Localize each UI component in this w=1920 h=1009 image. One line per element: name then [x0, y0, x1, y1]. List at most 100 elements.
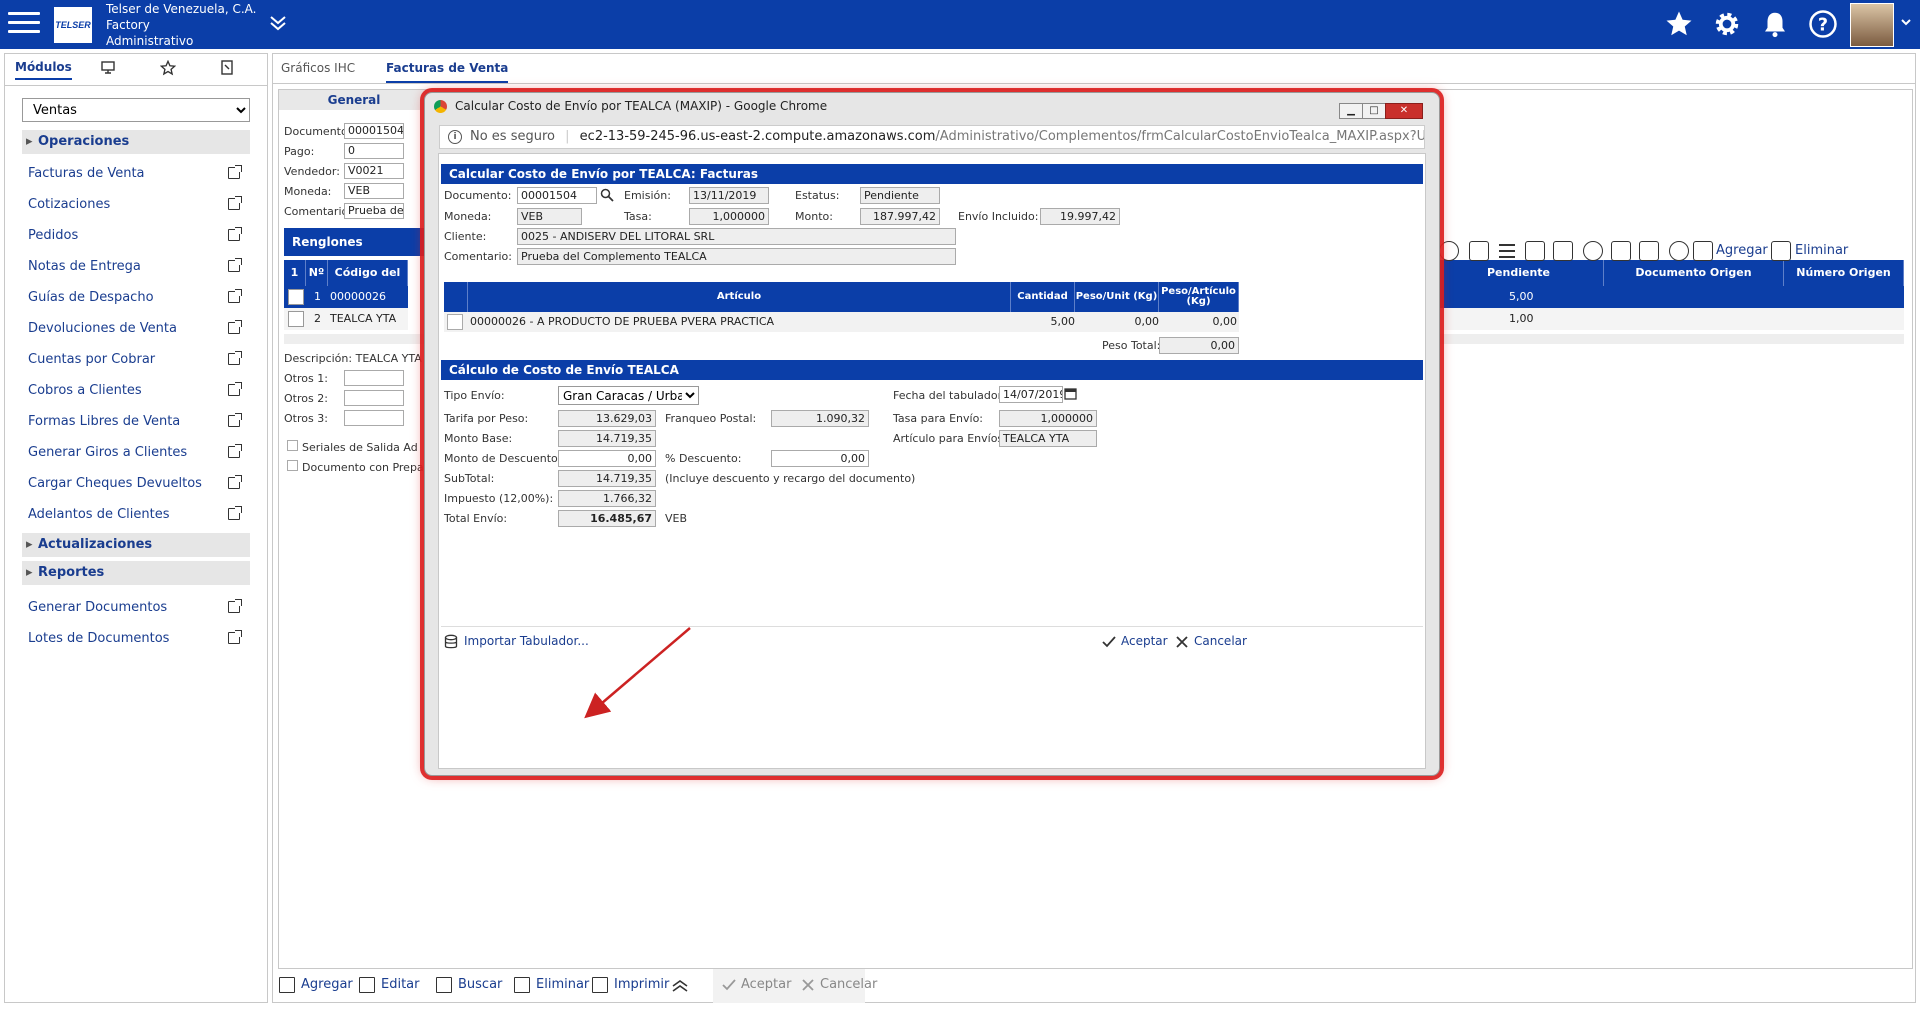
external-link-icon[interactable] [228, 413, 242, 427]
window-close-icon[interactable]: ✕ [1385, 103, 1423, 119]
comentario-field[interactable]: Prueba del [344, 203, 404, 219]
sidebar-item-adelantos-de-clientes[interactable]: Adelantos de Clientes [28, 505, 246, 525]
info-icon[interactable]: i [448, 130, 462, 144]
cancelar-button[interactable]: Cancelar [1174, 634, 1247, 648]
external-link-icon[interactable] [228, 258, 242, 272]
pct-descuento-input[interactable]: 0,00 [771, 450, 869, 467]
table-row[interactable]: 1 00000026 [284, 286, 408, 308]
pago-field[interactable]: 0 [344, 143, 404, 159]
table-row[interactable]: 00000026 - A PRODUCTO DE PRUEBA PVERA PR… [444, 312, 1239, 332]
currency-icon[interactable] [1583, 241, 1603, 261]
external-link-icon[interactable] [228, 196, 242, 210]
monto-descuento-input[interactable]: 0,00 [558, 450, 656, 467]
search-icon[interactable] [600, 188, 614, 205]
section-actualizaciones[interactable]: Actualizaciones [22, 533, 250, 557]
table-row-right[interactable]: 1,00 [1434, 308, 1904, 330]
percent-icon[interactable] [1553, 241, 1573, 261]
vendedor-field[interactable]: V0021 [344, 163, 404, 179]
sidebar-item-notas-de-entrega[interactable]: Notas de Entrega [28, 257, 246, 277]
external-link-icon[interactable] [228, 289, 242, 303]
table-row-right[interactable]: 5,00 [1434, 286, 1904, 308]
cancelar-button[interactable]: Cancelar [800, 977, 877, 992]
row-checkbox[interactable] [288, 311, 304, 327]
help-icon[interactable]: ? [1808, 9, 1838, 39]
maximize-icon[interactable]: □ [1362, 103, 1386, 119]
sidebar-item-cuentas-por-cobrar[interactable]: Cuentas por Cobrar [28, 350, 246, 370]
clipboard-icon[interactable] [1469, 241, 1489, 261]
imprimir-button[interactable]: Imprimir [592, 977, 669, 993]
buscar-button[interactable]: Buscar [436, 977, 502, 993]
external-link-icon[interactable] [228, 351, 242, 365]
address-bar[interactable]: i No es seguro | ec2-13-59-245-96.us-eas… [439, 125, 1425, 149]
sidebar-item-facturas-de-venta[interactable]: Facturas de Venta [28, 164, 246, 184]
external-link-icon[interactable] [228, 599, 242, 613]
check-seriales[interactable]: Seriales de Salida Ad [287, 440, 418, 454]
bell-icon[interactable] [1760, 9, 1790, 39]
calendar-icon[interactable] [1064, 387, 1077, 403]
tab-graficos-ihc[interactable]: Gráficos IHC [281, 61, 355, 75]
external-link-icon[interactable] [228, 320, 242, 334]
external-link-icon[interactable] [228, 444, 242, 458]
sidebar-item-devoluciones-de-venta[interactable]: Devoluciones de Venta [28, 319, 246, 339]
monitor-icon[interactable] [100, 60, 116, 77]
row-checkbox[interactable] [447, 314, 463, 330]
otros3-field[interactable] [344, 410, 404, 426]
documento-input[interactable]: 00001504 [517, 187, 597, 204]
sidebar-item-formas-libres-de-venta[interactable]: Formas Libres de Venta [28, 412, 246, 432]
external-link-icon[interactable] [228, 165, 242, 179]
check-documento-prepa[interactable]: Documento con Prepa [287, 460, 424, 474]
sidebar-item-generar-giros-a-clientes[interactable]: Generar Giros a Clientes [28, 443, 246, 463]
agregar-row-button[interactable]: Agregar [1716, 243, 1768, 258]
favorites-star-icon[interactable] [159, 59, 177, 79]
external-link-icon[interactable] [1611, 241, 1631, 261]
book-icon[interactable] [220, 60, 234, 79]
sidebar-item-lotes-de-documentos[interactable]: Lotes de Documentos [28, 629, 246, 649]
chevron-down-icon[interactable] [1900, 14, 1912, 36]
sidebar-item-cotizaciones[interactable]: Cotizaciones [28, 195, 246, 215]
add-row-icon[interactable] [1693, 241, 1713, 261]
puzzle-icon[interactable] [1639, 241, 1659, 261]
sidebar-item-pedidos[interactable]: Pedidos [28, 226, 246, 246]
section-operaciones[interactable]: Operaciones [22, 130, 250, 154]
fecha-tabulador-input[interactable]: 14/07/2019 [999, 386, 1063, 403]
external-link-icon[interactable] [228, 382, 242, 396]
documento-field[interactable]: 00001504 [344, 123, 404, 139]
tab-general[interactable]: General [279, 90, 429, 110]
star-icon[interactable] [1664, 9, 1694, 39]
list-icon[interactable] [1497, 241, 1517, 261]
table-row[interactable]: 2 TEALCA YTA [284, 308, 408, 330]
external-link-icon[interactable] [228, 506, 242, 520]
aceptar-button[interactable]: Aceptar [721, 977, 791, 992]
moneda-field[interactable]: VEB [344, 183, 404, 199]
importar-tabulador-button[interactable]: Importar Tabulador... [444, 634, 589, 649]
section-reportes[interactable]: Reportes [22, 561, 250, 585]
agregar-button[interactable]: Agregar [279, 977, 353, 993]
eliminar-button[interactable]: Eliminar [514, 977, 589, 993]
row-checkbox[interactable] [288, 289, 304, 305]
boxes-icon[interactable] [1525, 241, 1545, 261]
gear-icon[interactable] [1712, 9, 1742, 39]
tab-modulos[interactable]: Módulos [15, 60, 72, 80]
editar-button[interactable]: Editar [359, 977, 420, 993]
user-avatar[interactable] [1850, 3, 1894, 47]
minimize-icon[interactable]: ▁ [1339, 103, 1363, 119]
sidebar-item-generar-documentos[interactable]: Generar Documentos [28, 598, 246, 618]
module-select[interactable]: Ventas [22, 98, 250, 122]
dollar-circle-icon[interactable] [1439, 241, 1459, 261]
external-link-icon[interactable] [228, 630, 242, 644]
remove-row-icon[interactable] [1771, 241, 1791, 261]
external-link-icon[interactable] [228, 475, 242, 489]
refresh-icon[interactable] [1669, 241, 1689, 261]
otros2-field[interactable] [344, 390, 404, 406]
sidebar-item-cobros-a-clientes[interactable]: Cobros a Clientes [28, 381, 246, 401]
sidebar-item-guias-de-despacho[interactable]: Guías de Despacho [28, 288, 246, 308]
chevron-double-down-icon[interactable] [268, 14, 288, 37]
sidebar-item-cargar-cheques-devueltos[interactable]: Cargar Cheques Devueltos [28, 474, 246, 494]
otros1-field[interactable] [344, 370, 404, 386]
external-link-icon[interactable] [228, 227, 242, 241]
hamburger-menu-icon[interactable] [8, 12, 40, 36]
tab-facturas-de-venta[interactable]: Facturas de Venta [386, 61, 509, 83]
eliminar-row-button[interactable]: Eliminar [1795, 243, 1848, 258]
aceptar-button[interactable]: Aceptar [1101, 634, 1168, 648]
tipo-envio-select[interactable]: Gran Caracas / Urbana [558, 386, 699, 405]
